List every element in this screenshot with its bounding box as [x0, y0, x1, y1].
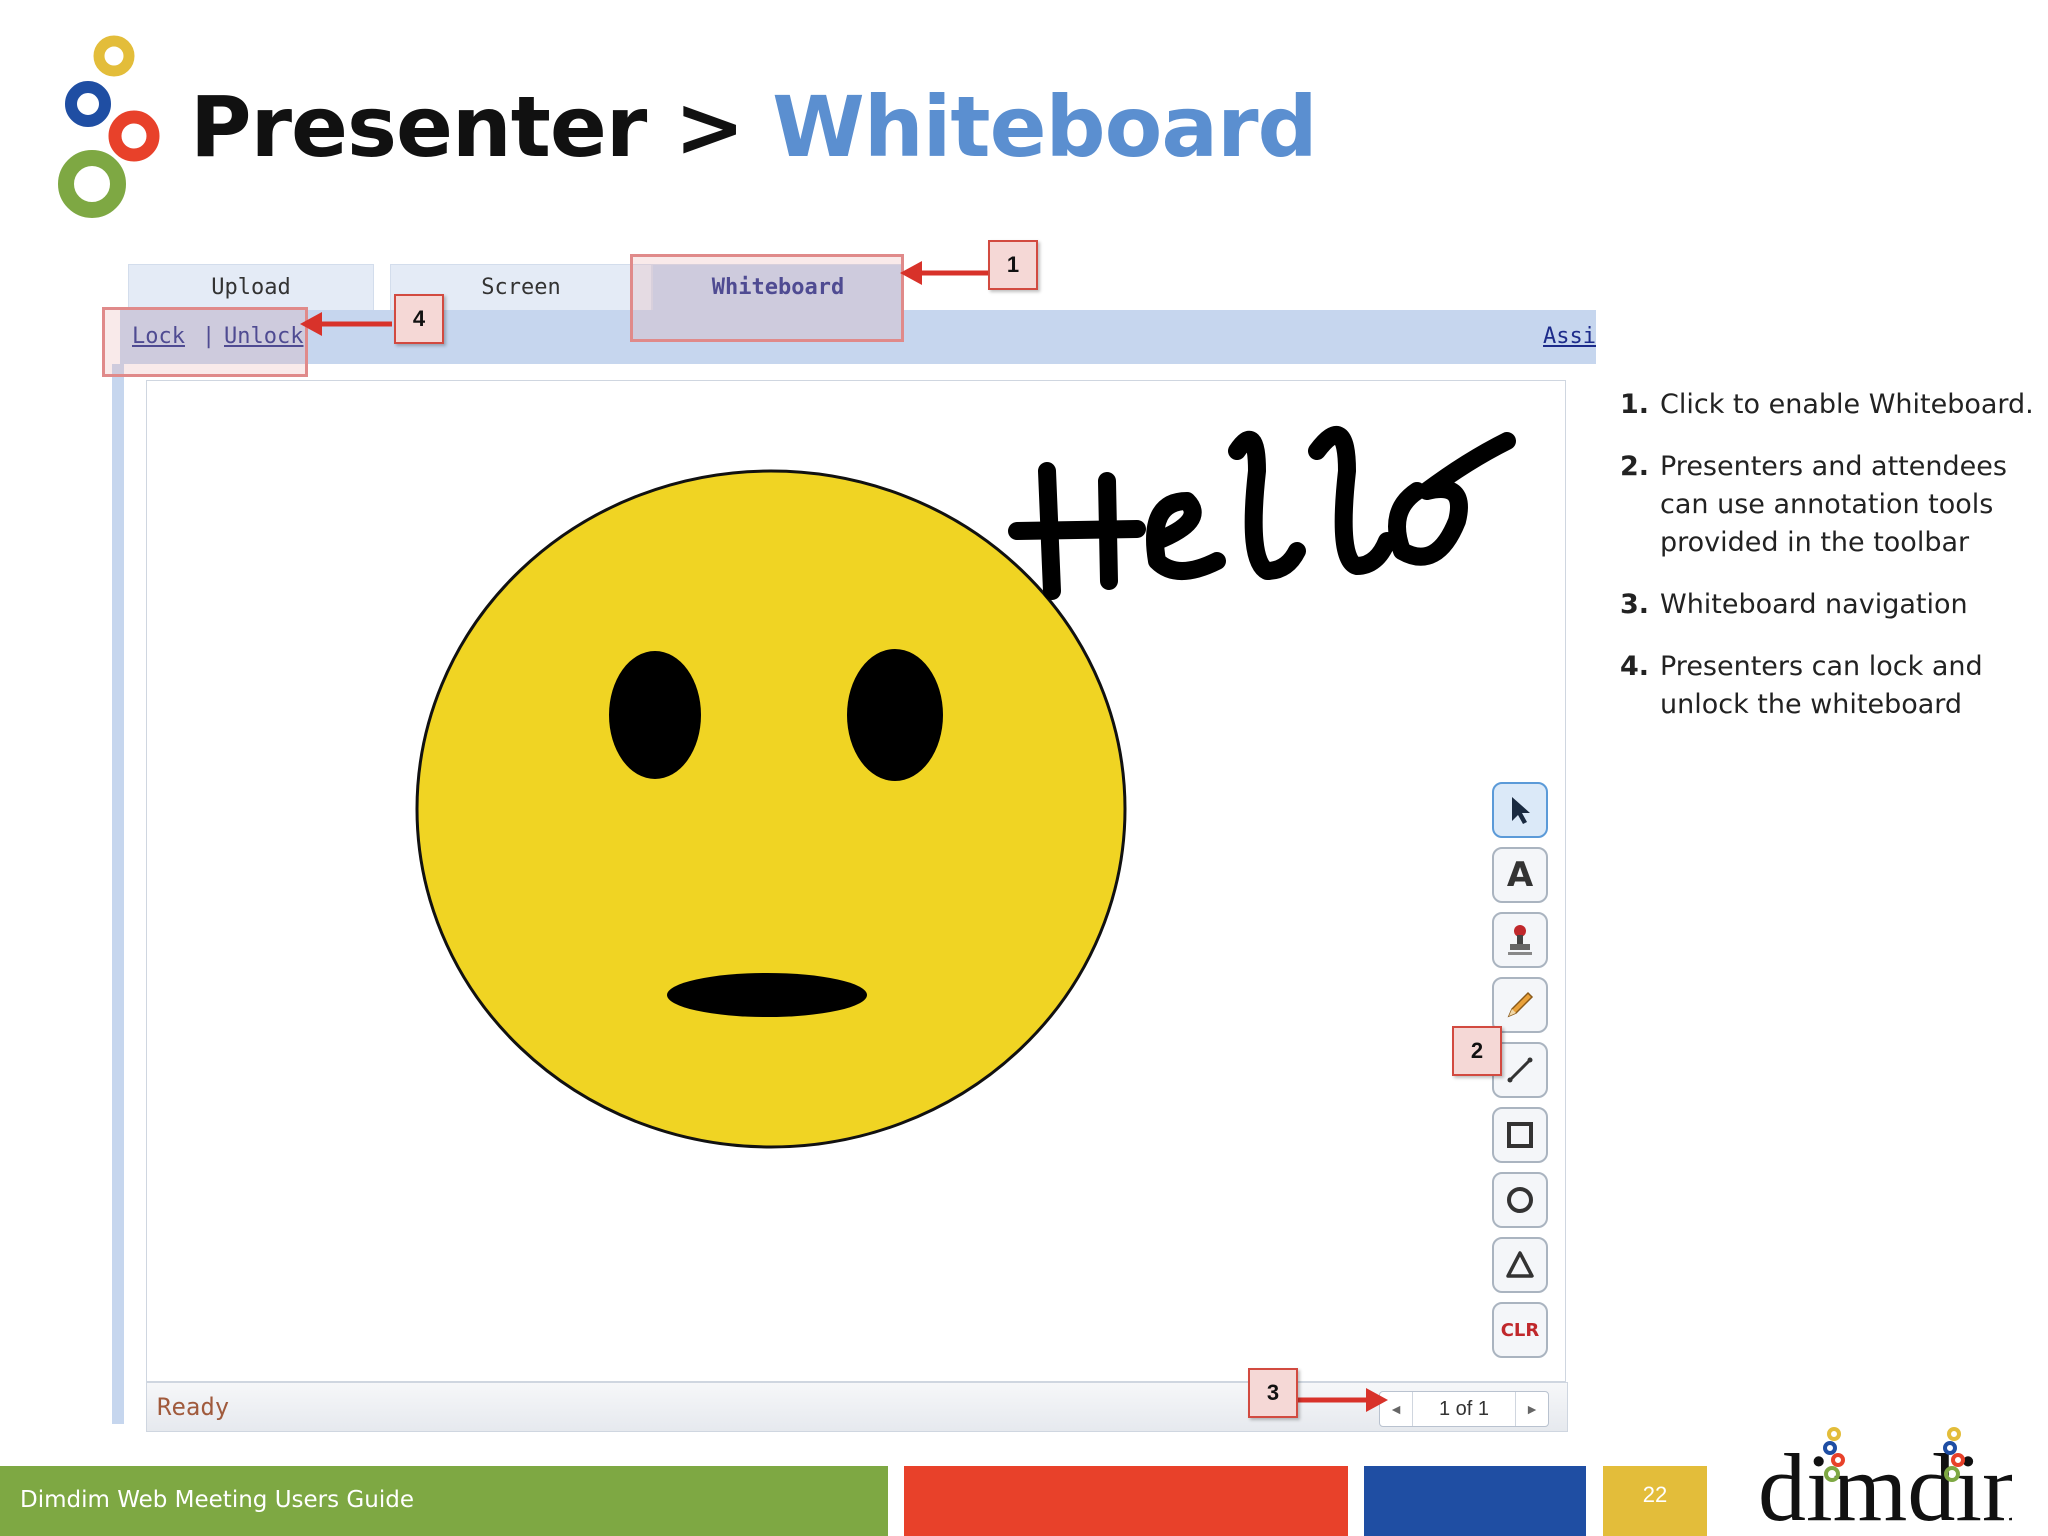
note-text: Presenters can lock and unlock the white… — [1660, 651, 1983, 720]
note-item: 2. Presenters and attendees can use anno… — [1620, 448, 2040, 562]
footer-red-bar — [904, 1466, 1348, 1536]
callout-3: 3 — [1248, 1368, 1298, 1418]
note-item: 4. Presenters can lock and unlock the wh… — [1620, 648, 2040, 724]
notes-list: 1. Click to enable Whiteboard. 2. Presen… — [1620, 386, 2040, 748]
callout-arrows — [300, 261, 1388, 1412]
callout-4: 4 — [394, 294, 444, 344]
note-text: Whiteboard navigation — [1660, 589, 1968, 620]
callout-2: 2 — [1452, 1026, 1502, 1076]
footer-title: Dimdim Web Meeting Users Guide — [20, 1487, 414, 1513]
note-number: 4. — [1620, 651, 1650, 682]
note-number: 1. — [1620, 389, 1650, 420]
footer-blue-bar — [1364, 1466, 1586, 1536]
logo-wordmark: dimdim — [1758, 1434, 2012, 1530]
note-text: Presenters and attendees can use annotat… — [1660, 451, 2007, 558]
callout-1: 1 — [988, 240, 1038, 290]
note-item: 1. Click to enable Whiteboard. — [1620, 386, 2040, 424]
page-number: 22 — [1603, 1466, 1707, 1536]
note-number: 2. — [1620, 451, 1650, 482]
note-item: 3. Whiteboard navigation — [1620, 586, 2040, 624]
note-number: 3. — [1620, 589, 1650, 620]
dimdim-logo: dimdim — [1752, 1420, 2048, 1536]
note-text: Click to enable Whiteboard. — [1660, 389, 2034, 420]
